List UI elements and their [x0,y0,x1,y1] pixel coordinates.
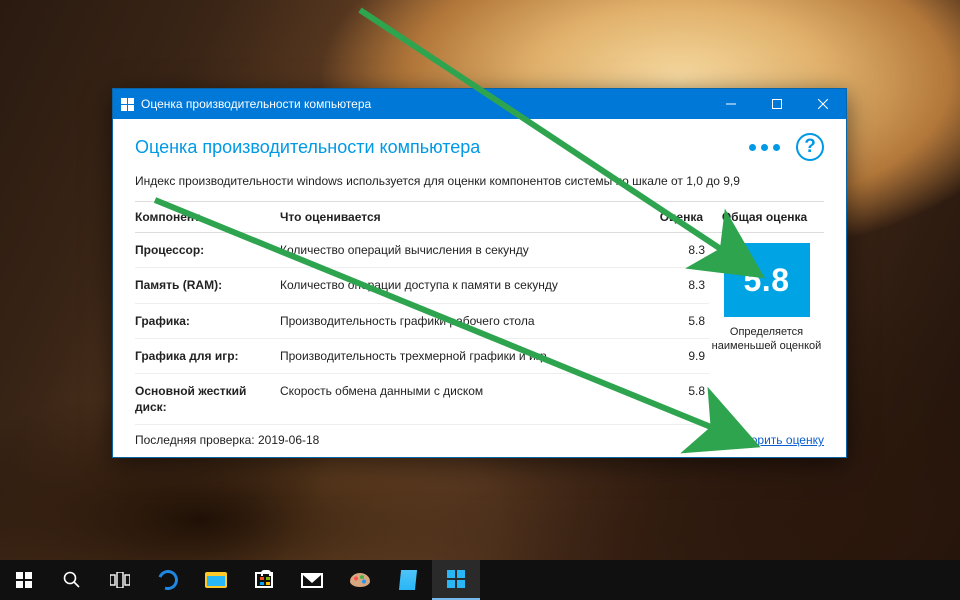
col-score: Оценка [639,202,709,233]
row-component: Память (RAM): [135,268,280,303]
notepad-icon[interactable] [384,560,432,600]
footer-row: Последняя проверка: 2019-06-18 Повторить… [135,425,824,449]
row-score: 5.8 [639,304,709,339]
col-component: Компонент [135,202,280,233]
mail-icon[interactable] [288,560,336,600]
row-component: Графика для игр: [135,339,280,374]
row-component: Процессор: [135,233,280,268]
row-component: Основной жесткий диск: [135,374,280,425]
taskview-icon[interactable] [96,560,144,600]
more-icon[interactable] [749,144,780,151]
row-score: 5.8 [639,374,709,425]
col-description: Что оценивается [280,202,639,233]
shield-icon [705,434,717,446]
overall-box: 5.8 Определяется наименьшей оценкой [709,233,824,425]
paint-icon[interactable] [336,560,384,600]
store-icon[interactable] [240,560,288,600]
repeat-link[interactable]: Повторить оценку [724,433,824,447]
row-description: Количество операции доступа к памяти в с… [280,268,639,303]
last-check: Последняя проверка: 2019-06-18 [135,433,319,447]
close-button[interactable] [800,89,846,119]
minimize-button[interactable] [708,89,754,119]
row-score: 9.9 [639,339,709,374]
overall-caption: Определяется наименьшей оценкой [709,325,824,354]
row-component: Графика: [135,304,280,339]
window-title: Оценка производительности компьютера [141,97,708,111]
maximize-button[interactable] [754,89,800,119]
explorer-icon[interactable] [192,560,240,600]
intro-text: Индекс производительности windows исполь… [135,173,824,189]
app-icon [113,89,141,119]
page-title: Оценка производительности компьютера [135,137,480,158]
row-score: 8.3 [639,233,709,268]
performance-window: Оценка производительности компьютера Оце… [112,88,847,458]
start-button[interactable] [0,560,48,600]
repeat-link-wrap[interactable]: Повторить оценку [705,433,824,447]
desktop-wallpaper: Оценка производительности компьютера Оце… [0,0,960,600]
row-description: Скорость обмена данными с диском [280,374,639,425]
overall-score: 5.8 [724,243,810,317]
edge-icon[interactable] [144,560,192,600]
row-score: 8.3 [639,268,709,303]
perf-app-icon[interactable] [432,560,480,600]
window-content: Оценка производительности компьютера ? И… [113,119,846,457]
taskbar[interactable] [0,560,960,600]
titlebar[interactable]: Оценка производительности компьютера [113,89,846,119]
score-table: Компонент Что оценивается Оценка Общая о… [135,201,824,425]
help-icon[interactable]: ? [796,133,824,161]
col-overall: Общая оценка [709,202,824,233]
row-description: Производительность графики рабочего стол… [280,304,639,339]
row-description: Производительность трехмерной графики и … [280,339,639,374]
row-description: Количество операций вычисления в секунду [280,233,639,268]
search-icon[interactable] [48,560,96,600]
